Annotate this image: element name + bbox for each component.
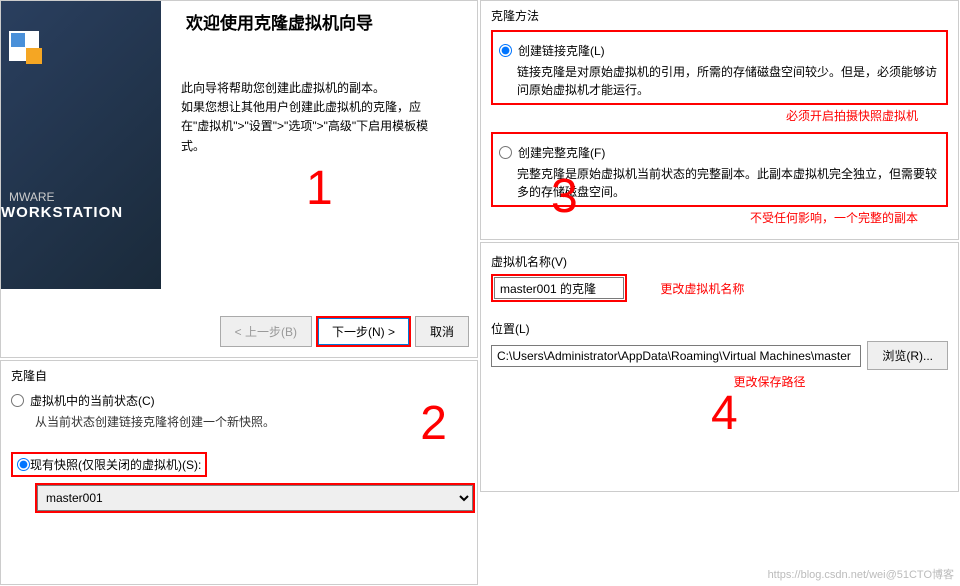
vm-name-label: 虚拟机名称(V) bbox=[491, 253, 948, 270]
full-clone-desc: 完整克隆是原始虚拟机当前状态的完整副本。此副本虚拟机完全独立，但需要较多的存储磁… bbox=[517, 165, 940, 201]
vm-location-note: 更改保存路径 bbox=[591, 373, 948, 390]
current-state-label: 虚拟机中的当前状态(C) bbox=[30, 392, 155, 409]
wizard-description: 此向导将帮助您创建此虚拟机的副本。 如果您想让其他用户创建此虚拟机的克隆，应在"… bbox=[181, 79, 441, 156]
snapshot-radio-row[interactable]: 现有快照(仅限关闭的虚拟机)(S): bbox=[11, 452, 207, 477]
vm-name-note: 更改虚拟机名称 bbox=[660, 280, 744, 297]
snapshot-select-highlight: master001 bbox=[35, 483, 475, 513]
wizard-button-bar: < 上一步(B) 下一步(N) > 取消 bbox=[214, 310, 475, 353]
snapshot-label: 现有快照(仅限关闭的虚拟机)(S): bbox=[30, 456, 201, 473]
clone-method-panel: 克隆方法 创建链接克隆(L) 链接克隆是对原始虚拟机的引用，所需的存储磁盘空间较… bbox=[480, 0, 959, 240]
snapshot-select[interactable]: master001 bbox=[37, 485, 473, 511]
prev-button[interactable]: < 上一步(B) bbox=[220, 316, 312, 347]
linked-clone-option: 创建链接克隆(L) 链接克隆是对原始虚拟机的引用，所需的存储磁盘空间较少。但是，… bbox=[491, 30, 948, 105]
linked-clone-note: 必须开启拍摄快照虚拟机 bbox=[491, 107, 948, 124]
full-clone-radio-row[interactable]: 创建完整克隆(F) bbox=[499, 144, 940, 161]
linked-clone-radio[interactable] bbox=[499, 44, 512, 57]
full-clone-label: 创建完整克隆(F) bbox=[518, 144, 605, 161]
linked-clone-label: 创建链接克隆(L) bbox=[518, 42, 605, 59]
watermark: https://blog.csdn.net/wei@51CTO博客 bbox=[768, 566, 954, 582]
vm-name-location-panel: 虚拟机名称(V) 更改虚拟机名称 位置(L) 浏览(R)... 更改保存路径 4 bbox=[480, 242, 959, 492]
brand-large: WORKSTATION bbox=[1, 204, 123, 221]
vmware-logo-icon bbox=[9, 31, 39, 61]
browse-button[interactable]: 浏览(R)... bbox=[867, 341, 948, 370]
annotation-number-2: 2 bbox=[420, 396, 447, 451]
vm-name-highlight bbox=[491, 274, 627, 302]
current-state-radio-row[interactable]: 虚拟机中的当前状态(C) bbox=[11, 392, 467, 409]
current-state-desc: 从当前状态创建链接克隆将创建一个新快照。 bbox=[35, 413, 467, 430]
annotation-number-3: 3 bbox=[551, 169, 578, 224]
clone-method-title: 克隆方法 bbox=[491, 7, 948, 24]
clone-source-title: 克隆自 bbox=[11, 367, 467, 384]
current-state-radio[interactable] bbox=[11, 394, 24, 407]
wizard-title: 欢迎使用克隆虚拟机向导 bbox=[186, 9, 373, 34]
snapshot-radio[interactable] bbox=[17, 456, 30, 473]
vm-location-label: 位置(L) bbox=[491, 320, 948, 337]
cancel-button[interactable]: 取消 bbox=[415, 316, 469, 347]
wizard-welcome-panel: MWARE WORKSTATION 欢迎使用克隆虚拟机向导 此向导将帮助您创建此… bbox=[0, 0, 478, 358]
vm-location-input[interactable] bbox=[491, 345, 861, 367]
linked-clone-desc: 链接克隆是对原始虚拟机的引用，所需的存储磁盘空间较少。但是，必须能够访问原始虚拟… bbox=[517, 63, 940, 99]
clone-source-panel: 克隆自 虚拟机中的当前状态(C) 从当前状态创建链接克隆将创建一个新快照。 现有… bbox=[0, 360, 478, 585]
annotation-number-4: 4 bbox=[711, 386, 738, 441]
full-clone-radio[interactable] bbox=[499, 146, 512, 159]
vm-name-input[interactable] bbox=[494, 277, 624, 299]
brand-small: MWARE bbox=[9, 190, 55, 204]
linked-clone-radio-row[interactable]: 创建链接克隆(L) bbox=[499, 42, 940, 59]
annotation-number-1: 1 bbox=[306, 161, 333, 216]
next-button[interactable]: 下一步(N) > bbox=[316, 316, 411, 347]
wizard-sidebar: MWARE WORKSTATION bbox=[1, 1, 161, 289]
